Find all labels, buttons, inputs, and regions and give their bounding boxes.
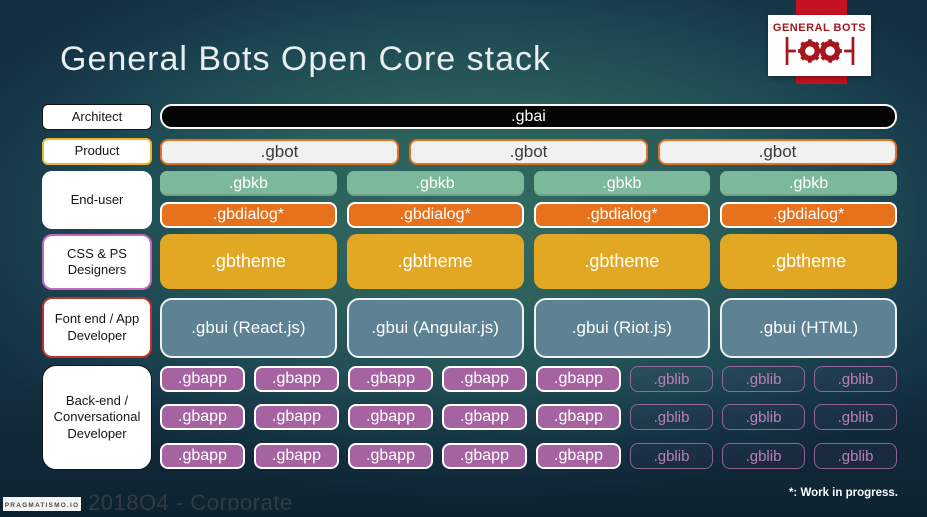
page-title: General Bots Open Core stack (60, 40, 552, 78)
stack-box-gbkb: .gbkb (533, 171, 711, 196)
stack-box-gbtheme: .gbtheme (533, 234, 711, 289)
stack-box-gbai: .gbai (160, 104, 897, 129)
row-gbot: .gbot .gbot .gbot (160, 139, 897, 165)
stack-box-gbapp: .gbapp (254, 404, 339, 430)
stack-box-gbapp: .gbapp (536, 404, 621, 430)
stack-box-gblib: .gblib (630, 404, 713, 430)
stack-box-gblib: .gblib (722, 443, 805, 469)
stack-box-gbapp: .gbapp (254, 443, 339, 469)
stack-box-gbtheme: .gbtheme (160, 234, 337, 289)
stack-box-gbapp: .gbapp (254, 366, 339, 392)
stack-box-gbapp: .gbapp (348, 443, 433, 469)
row-gbai: .gbai (160, 104, 897, 129)
stack-box-gbapp: .gbapp (160, 443, 245, 469)
stack-box-gblib: .gblib (630, 443, 713, 469)
stack-box-gblib: .gblib (630, 366, 713, 392)
role-label-end-user: End-user (42, 171, 152, 229)
role-label-css-ps-designers: CSS & PS Designers (42, 234, 152, 290)
slide: General Bots Open Core stack GENERAL BOT… (0, 0, 927, 517)
stack-box-gbapp: .gbapp (348, 404, 433, 430)
stack-box-gblib: .gblib (722, 404, 805, 430)
stack-box-gbkb: .gbkb (346, 171, 524, 196)
gears-icon (785, 36, 854, 66)
stack-box-gblib: .gblib (814, 404, 897, 430)
stack-box-gbkb: .gbkb (160, 171, 337, 196)
role-label-text: CSS & PS Designers (67, 245, 127, 277)
stack-box-gbapp: .gbapp (442, 366, 527, 392)
stack-box-gbapp: .gbapp (160, 366, 245, 392)
role-label-product: Product (42, 138, 152, 165)
stack-box-gbdialog: .gbdialog* (346, 202, 524, 228)
stack-box-gbui-riot: .gbui (Riot.js) (533, 298, 711, 358)
stack-box-gbtheme: .gbtheme (720, 234, 897, 289)
stack-box-gbui-html: .gbui (HTML) (720, 298, 897, 358)
row-gbapp-3: .gbapp .gbapp .gbapp .gbapp .gbapp .gbli… (160, 443, 897, 469)
role-label-architect: Architect (42, 104, 152, 130)
stack-box-gbui-react: .gbui (React.js) (160, 298, 337, 358)
stack-box-gbapp: .gbapp (442, 404, 527, 430)
row-gbtheme: .gbtheme .gbtheme .gbtheme .gbtheme (160, 234, 897, 289)
stack-box-gblib: .gblib (722, 366, 805, 392)
role-label-text: Architect (71, 108, 123, 124)
stack-box-gbui-angular: .gbui (Angular.js) (346, 298, 524, 358)
stack-box-gbdialog: .gbdialog* (160, 202, 337, 228)
general-bots-logo: GENERAL BOTS (768, 15, 871, 76)
row-gbkb: .gbkb .gbkb .gbkb .gbkb (160, 171, 897, 196)
row-gbapp-1: .gbapp .gbapp .gbapp .gbapp .gbapp .gbli… (160, 366, 897, 392)
role-label-text: Back-end / Conversational Developer (53, 393, 141, 441)
stack-box-gbtheme: .gbtheme (346, 234, 524, 289)
row-gbapp-2: .gbapp .gbapp .gbapp .gbapp .gbapp .gbli… (160, 404, 897, 430)
stack-box-gbot: .gbot (409, 139, 648, 165)
stack-box-gbdialog: .gbdialog* (720, 202, 897, 228)
stack-box-gbapp: .gbapp (536, 366, 621, 392)
stack-box-gbot: .gbot (160, 139, 399, 165)
role-label-text: Product (74, 143, 120, 159)
row-gbdialog: .gbdialog* .gbdialog* .gbdialog* .gbdial… (160, 202, 897, 228)
logo-text: GENERAL BOTS (772, 22, 867, 34)
role-label-backend-conversational-developer: Back-end / Conversational Developer (42, 365, 152, 470)
stack-box-gbkb: .gbkb (720, 171, 897, 196)
bottom-band (0, 511, 927, 517)
role-label-frontend-app-developer: Font end / App Developer (42, 297, 152, 358)
stack-box-gblib: .gblib (814, 366, 897, 392)
stack-box-gbapp: .gbapp (536, 443, 621, 469)
work-in-progress-footnote: *: Work in progress. (788, 487, 898, 499)
stack-box-gbot: .gbot (658, 139, 897, 165)
row-gbui: .gbui (React.js) .gbui (Angular.js) .gbu… (160, 298, 897, 358)
stack-box-gblib: .gblib (814, 443, 897, 469)
stack-box-gbdialog: .gbdialog* (533, 202, 711, 228)
stack-box-gbapp: .gbapp (442, 443, 527, 469)
role-label-text: End-user (70, 191, 124, 207)
stack-box-gbapp: .gbapp (348, 366, 433, 392)
role-label-text: Font end / App Developer (54, 311, 140, 343)
stack-box-gbapp: .gbapp (160, 404, 245, 430)
